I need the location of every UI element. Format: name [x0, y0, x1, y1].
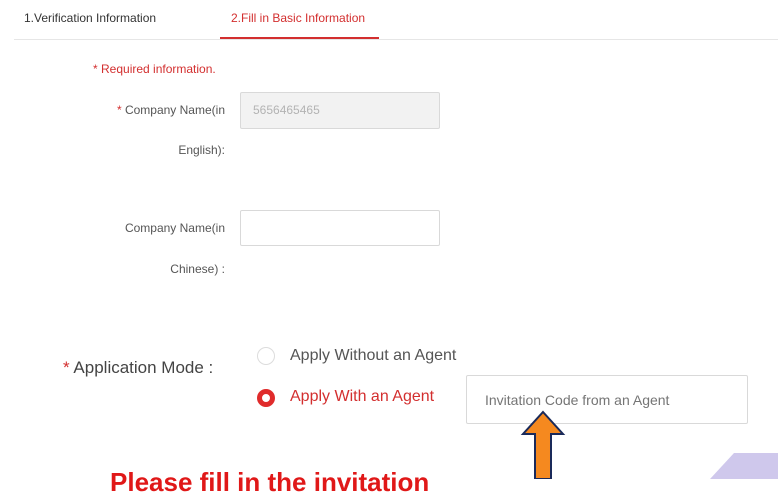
option-apply-without-agent[interactable]: Apply Without an Agent: [290, 347, 456, 365]
option-apply-with-agent[interactable]: Apply With an Agent: [290, 388, 434, 406]
radio-apply-without-agent[interactable]: [257, 347, 275, 365]
company-name-en-input[interactable]: 5656465465: [240, 92, 440, 129]
company-name-cn-input[interactable]: [240, 210, 440, 246]
decorative-shape-icon: [710, 453, 778, 479]
company-name-en-label-line2: English):: [178, 143, 225, 157]
required-mark: *: [116, 103, 122, 117]
tab-fill-in-basic-information[interactable]: 2.Fill in Basic Information: [231, 11, 365, 25]
annotation-text: Please fill in the invitation: [110, 467, 430, 497]
company-name-cn-label-line1: Company Name(in: [124, 221, 225, 235]
step-tabs: 1.Verification Information 2.Fill in Bas…: [0, 0, 778, 40]
required-mark: *: [63, 358, 70, 377]
company-name-cn-label-line2: Chinese) :: [170, 262, 225, 276]
application-mode-label-text: Application Mode :: [73, 358, 214, 377]
radio-apply-with-agent[interactable]: [257, 389, 275, 407]
company-name-en-label-line1: Company Name(in: [124, 103, 225, 117]
tab-verification-information[interactable]: 1.Verification Information: [24, 11, 156, 25]
tab-divider: [14, 39, 778, 40]
annotation-arrow-icon: [520, 410, 566, 479]
company-name-en-label: * Company Name(in: [117, 103, 225, 117]
application-mode-label: * Application Mode :: [63, 358, 213, 378]
required-info-note: * Required information.: [93, 62, 216, 76]
invitation-code-input[interactable]: [466, 375, 748, 424]
